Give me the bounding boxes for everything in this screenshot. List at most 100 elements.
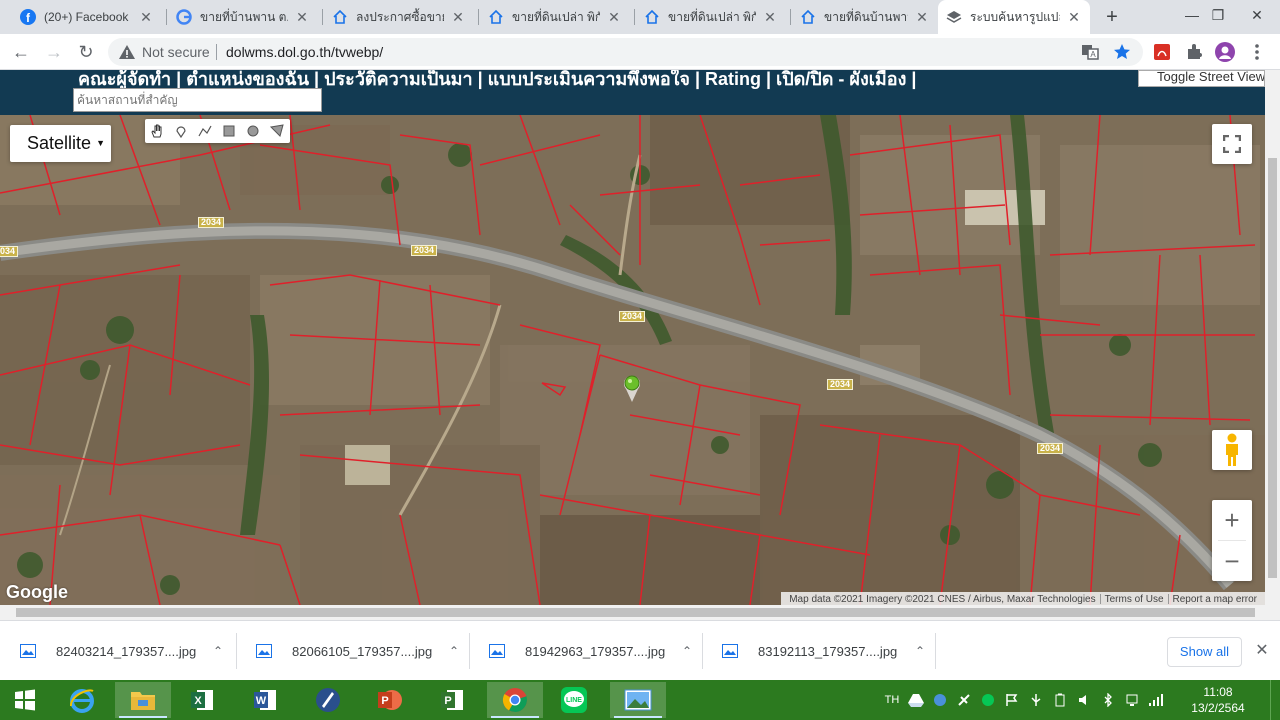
divider — [216, 44, 217, 60]
zoom-in-button[interactable]: + — [1212, 500, 1252, 540]
tab-land-parcel-search[interactable]: ระบบค้นหารูปแปลงที่ ✕ — [938, 0, 1090, 34]
pegman-icon — [1226, 433, 1238, 466]
polygon-icon[interactable] — [265, 119, 289, 143]
close-icon[interactable]: ✕ — [138, 9, 154, 25]
profile-avatar-icon[interactable] — [1215, 42, 1235, 62]
powerpoint-icon[interactable]: P — [362, 682, 418, 718]
road-number-label: 2034 — [827, 379, 854, 390]
url-text[interactable]: dolwms.dol.go.th/tvwebp/ — [226, 44, 383, 60]
line-icon[interactable]: LINE — [546, 682, 602, 718]
chrome-icon[interactable] — [487, 682, 543, 718]
signal-icon[interactable] — [1144, 680, 1168, 720]
internet-explorer-icon[interactable] — [54, 682, 110, 718]
system-tray: TH — [880, 680, 1168, 720]
tab-listing-2[interactable]: ขายที่ดินเปล่า พิกัด ✕ — [480, 0, 630, 34]
tab-listing-3[interactable]: ขายที่ดินเปล่า พิกัด ✕ — [636, 0, 786, 34]
security-status[interactable]: Not secure — [142, 44, 210, 60]
tab-listing-1[interactable]: ลงประกาศซื้อขายบ้ ✕ — [324, 0, 474, 34]
line-tray-icon[interactable] — [976, 680, 1000, 720]
tab-title: ขายที่ดินเปล่า พิกัด — [512, 9, 600, 24]
back-icon[interactable]: ← — [9, 40, 33, 64]
download-item[interactable]: 81942963_179357....jpg ⌃ — [469, 621, 702, 681]
chevron-up-icon[interactable]: ⌃ — [439, 644, 469, 658]
extensions-icon[interactable] — [1184, 42, 1204, 62]
tab-listing-4[interactable]: ขายที่ดินบ้านพาน ใ ✕ — [792, 0, 938, 34]
speaker-icon[interactable] — [1072, 680, 1096, 720]
close-icon[interactable]: ✕ — [1252, 641, 1272, 661]
toggle-street-view-button[interactable]: Toggle Street View — [1138, 70, 1265, 87]
reload-icon[interactable]: ↻ — [74, 40, 98, 64]
close-icon[interactable]: ✕ — [294, 9, 310, 25]
clock-date: 13/2/2564 — [1191, 701, 1245, 715]
window-close-icon[interactable]: ✕ — [1240, 0, 1274, 30]
translate-icon[interactable]: A — [1080, 42, 1100, 62]
scrollbar-thumb[interactable] — [1268, 158, 1277, 578]
report-map-error-link[interactable]: Report a map error — [1169, 594, 1261, 605]
input-language[interactable]: TH — [880, 680, 904, 720]
zoom-out-button[interactable]: − — [1212, 541, 1252, 581]
bluetooth-device-icon[interactable] — [928, 680, 952, 720]
landmark-search-input[interactable] — [73, 88, 322, 112]
flag-icon[interactable] — [1000, 680, 1024, 720]
chevron-up-icon[interactable]: ⌃ — [672, 644, 702, 658]
map-type-label: Satellite — [27, 133, 92, 153]
site-header: คณะผู้จัดทำ | ตำแหน่งของฉัน | ประวัติควา… — [0, 70, 1265, 115]
tab-title: ขายที่ดินเปล่า พิกัด — [668, 9, 756, 24]
taskbar-clock[interactable]: 11:08 13/2/2564 — [1188, 684, 1248, 716]
show-all-downloads-button[interactable]: Show all — [1167, 637, 1242, 667]
drawing-toolbar — [145, 119, 290, 143]
download-item[interactable]: 83192113_179357....jpg ⌃ — [702, 621, 935, 681]
network-icon[interactable] — [1120, 680, 1144, 720]
project-icon[interactable]: P — [424, 682, 480, 718]
more-menu-icon[interactable] — [1247, 42, 1267, 62]
drive-sync-icon[interactable] — [904, 680, 928, 720]
fullscreen-button[interactable] — [1212, 124, 1252, 164]
network-adapter-icon[interactable] — [952, 680, 976, 720]
hand-pan-icon[interactable] — [145, 119, 169, 143]
svg-text:P: P — [444, 695, 451, 707]
close-icon[interactable]: ✕ — [606, 9, 622, 25]
rectangle-icon[interactable] — [217, 119, 241, 143]
new-tab-button[interactable]: + — [1100, 5, 1124, 29]
vertical-scrollbar[interactable] — [1265, 70, 1280, 605]
windows-taskbar: X W P P LINE TH 11:08 13/2/2564 — [0, 680, 1280, 720]
bookmark-star-icon[interactable] — [1112, 42, 1132, 62]
chevron-up-icon[interactable]: ⌃ — [905, 644, 935, 658]
polyline-icon[interactable] — [193, 119, 217, 143]
tab-facebook[interactable]: f (20+) Facebook ✕ — [12, 0, 162, 34]
scrollbar-thumb[interactable] — [16, 608, 1255, 617]
chevron-up-icon[interactable]: ⌃ — [203, 644, 233, 658]
google-logo[interactable]: Google — [6, 582, 68, 603]
facebook-icon: f — [20, 9, 36, 25]
close-icon[interactable]: ✕ — [1066, 9, 1082, 25]
file-explorer-icon[interactable] — [115, 682, 171, 718]
usb-icon[interactable] — [1024, 680, 1048, 720]
terms-of-use-link[interactable]: Terms of Use — [1101, 594, 1168, 605]
word-icon[interactable]: W — [237, 682, 293, 718]
horizontal-scrollbar[interactable] — [0, 605, 1280, 620]
close-icon[interactable]: ✕ — [762, 9, 778, 25]
map-type-selector[interactable]: Satellite ▼ — [10, 125, 111, 162]
show-desktop-button[interactable] — [1270, 680, 1280, 720]
download-item[interactable]: 82066105_179357....jpg ⌃ — [236, 621, 469, 681]
app-icon[interactable] — [300, 682, 356, 718]
restore-icon[interactable]: ❐ — [1201, 0, 1235, 30]
map-marker-icon[interactable] — [622, 373, 642, 403]
street-view-pegman-button[interactable] — [1212, 430, 1252, 470]
map-canvas[interactable]: 2034 2034 2034 2034 2034 2034 Satellite … — [0, 115, 1265, 605]
address-bar[interactable]: Not secure dolwms.dol.go.th/tvwebp/ — [108, 38, 1143, 66]
pdf-extension-icon[interactable] — [1152, 42, 1172, 62]
tab-google-search[interactable]: ขายที่บ้านพาน ต.อ่ ✕ — [168, 0, 318, 34]
circle-icon[interactable] — [241, 119, 265, 143]
close-icon[interactable]: ✕ — [450, 9, 466, 25]
battery-icon[interactable] — [1048, 680, 1072, 720]
photos-icon[interactable] — [610, 682, 666, 718]
download-item[interactable]: 82403214_179357....jpg ⌃ — [0, 621, 233, 681]
close-icon[interactable]: ✕ — [914, 9, 930, 25]
bluetooth-icon[interactable] — [1096, 680, 1120, 720]
windows-start-icon[interactable] — [0, 682, 50, 718]
image-file-icon — [256, 644, 272, 658]
marker-icon[interactable] — [169, 119, 193, 143]
forward-icon[interactable]: → — [42, 40, 66, 64]
excel-icon[interactable]: X — [174, 682, 230, 718]
